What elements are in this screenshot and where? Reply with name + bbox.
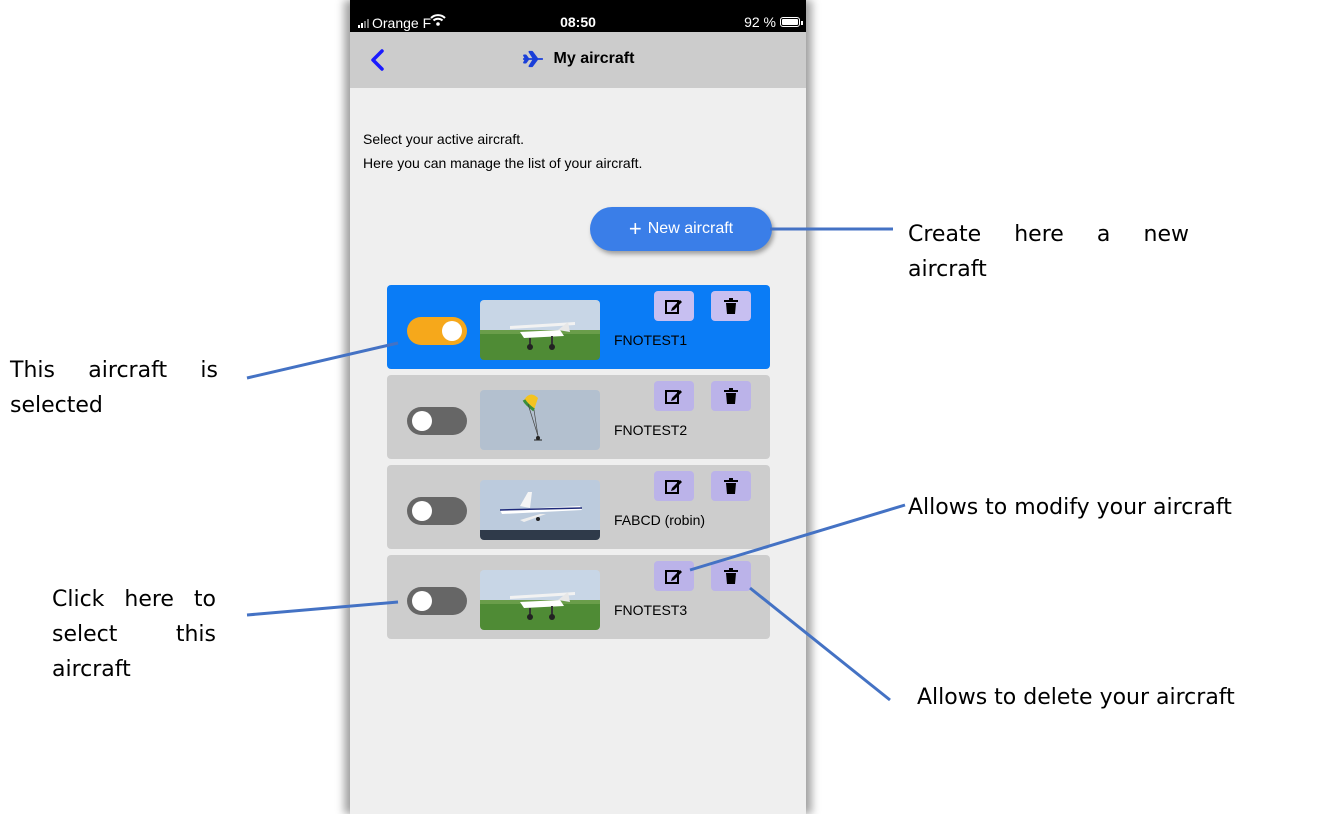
aircraft-row[interactable]: FABCD (robin)	[387, 465, 770, 549]
trash-icon	[724, 568, 738, 584]
intro-text: Select your active aircraft. Here you ca…	[363, 127, 793, 175]
new-aircraft-label: New aircraft	[647, 220, 734, 237]
edit-icon	[665, 300, 682, 314]
edit-button[interactable]	[654, 561, 694, 591]
aircraft-photo	[480, 480, 600, 540]
edit-icon	[665, 570, 682, 584]
delete-button[interactable]	[711, 381, 751, 411]
page-title: My aircraft	[553, 50, 635, 67]
plane-icon	[522, 50, 543, 68]
battery-group: 92 %	[744, 14, 803, 30]
active-toggle[interactable]	[407, 497, 467, 525]
aircraft-row[interactable]: FNOTEST3	[387, 555, 770, 639]
callout-modify: Allows to modify your aircraft	[908, 495, 1232, 520]
battery-icon	[780, 17, 803, 27]
edit-icon	[665, 480, 682, 494]
aircraft-photo	[480, 390, 600, 450]
delete-button[interactable]	[711, 291, 751, 321]
title-group: My aircraft	[350, 50, 806, 68]
aircraft-list: FNOTEST1 FNOTEST2 FABCD (robin) FNOTEST3	[387, 285, 770, 645]
intro-line-1: Select your active aircraft.	[363, 131, 525, 147]
callout-delete: Allows to delete your aircraft	[917, 685, 1235, 710]
aircraft-row[interactable]: FNOTEST1	[387, 285, 770, 369]
aircraft-registration: FNOTEST1	[614, 332, 688, 348]
aircraft-registration: FNOTEST3	[614, 602, 688, 618]
trash-icon	[724, 298, 738, 314]
edit-button[interactable]	[654, 381, 694, 411]
edit-button[interactable]	[654, 471, 694, 501]
intro-line-2: Here you can manage the list of your air…	[363, 155, 643, 171]
active-toggle[interactable]	[407, 407, 467, 435]
status-bar: Orange F 08:50 92 %	[350, 0, 806, 32]
callout-click-select: Click here to select this aircraft	[52, 587, 216, 682]
new-aircraft-button[interactable]: + New aircraft	[590, 207, 772, 251]
plus-icon: +	[628, 216, 642, 241]
clock: 08:50	[560, 14, 596, 30]
callout-create: Create here a new aircraft	[908, 222, 1189, 282]
edit-button[interactable]	[654, 291, 694, 321]
battery-percent: 92 %	[744, 14, 776, 30]
aircraft-row[interactable]: FNOTEST2	[387, 375, 770, 459]
delete-button[interactable]	[711, 561, 751, 591]
nav-header: My aircraft	[350, 32, 806, 88]
active-toggle[interactable]	[407, 587, 467, 615]
trash-icon	[724, 478, 738, 494]
aircraft-photo	[480, 570, 600, 630]
aircraft-photo	[480, 300, 600, 360]
aircraft-registration: FABCD (robin)	[614, 512, 706, 528]
active-toggle[interactable]	[407, 317, 467, 345]
edit-icon	[665, 390, 682, 404]
callout-selected: This aircraft is selected	[10, 358, 218, 418]
trash-icon	[724, 388, 738, 404]
delete-button[interactable]	[711, 471, 751, 501]
aircraft-registration: FNOTEST2	[614, 422, 688, 438]
phone-screen: Orange F 08:50 92 % My aircraft Select y…	[350, 0, 806, 814]
